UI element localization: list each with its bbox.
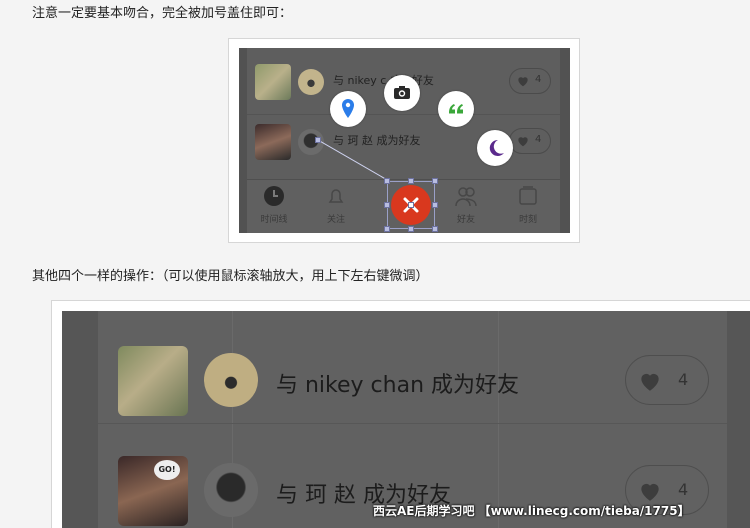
selection-handle[interactable] <box>384 226 390 232</box>
friends-icon <box>455 187 477 207</box>
avatar <box>255 124 291 160</box>
avatar <box>204 353 258 407</box>
like-count: 4 <box>678 480 689 499</box>
phone-preview-large: 与 nikey chan 成为好友 4 GO! 与 珂 赵 成为好友 4 <box>62 311 750 528</box>
like-count: 4 <box>535 134 542 145</box>
heart-icon <box>518 137 528 147</box>
feed-row-text: 与 nikey chan 成为好友 <box>276 373 520 398</box>
tab-friends[interactable]: 好友 <box>441 184 491 232</box>
tab-label: 时刻 <box>518 215 537 225</box>
selection-handle[interactable] <box>408 178 414 184</box>
screenshot-frame-large: 与 nikey chan 成为好友 4 GO! 与 珂 赵 成为好友 4 <box>51 300 750 528</box>
avatar <box>298 69 324 95</box>
like-button[interactable]: 4 <box>625 355 709 405</box>
camera-icon <box>394 86 410 99</box>
feed-row-text: 与 珂 赵 成为好友 <box>333 134 421 147</box>
selection-handle[interactable] <box>432 226 438 232</box>
tab-follow[interactable]: 关注 <box>311 184 361 232</box>
like-count: 4 <box>678 370 689 389</box>
like-button[interactable]: 4 <box>509 68 551 94</box>
location-pin-icon <box>342 99 354 118</box>
tab-label: 好友 <box>456 215 475 225</box>
heart-icon <box>641 373 659 391</box>
quote-bubble[interactable] <box>438 91 474 127</box>
row-divider <box>247 114 560 115</box>
selection-handle[interactable] <box>384 202 390 208</box>
instruction-text-1: 注意一定要基本吻合，完全被加号盖住即可： <box>32 6 293 21</box>
bell-icon <box>328 189 344 203</box>
moon-icon <box>489 139 504 156</box>
watermark: 西云AE后期学习吧 【www.linecg.com/tieba/1775】 <box>373 504 690 518</box>
selection-handle[interactable] <box>432 202 438 208</box>
camera-bubble[interactable] <box>384 75 420 111</box>
instruction-text-2: 其他四个一样的操作：（可以使用鼠标滚轴放大，用上下左右键微调） <box>32 269 429 284</box>
heart-icon <box>518 77 528 87</box>
feed-row: 与 nikey chan 成为好友 4 <box>98 313 727 421</box>
tab-moments[interactable]: 时刻 <box>503 184 553 232</box>
page: 注意一定要基本吻合，完全被加号盖住即可： 与 nikey c 成为好友 4 与 … <box>0 0 750 528</box>
frame-icon <box>519 186 537 205</box>
like-count: 4 <box>535 74 542 85</box>
location-bubble[interactable] <box>330 91 366 127</box>
quote-icon <box>449 104 463 114</box>
avatar: GO! <box>118 456 188 526</box>
heart-icon <box>641 483 659 501</box>
feed-row: 与 珂 赵 成为好友 4 <box>247 116 560 179</box>
badge: GO! <box>154 460 180 480</box>
screenshot-frame-small: 与 nikey c 成为好友 4 与 珂 赵 成为好友 4 时间线 关注 好友 … <box>228 38 580 243</box>
avatar <box>255 64 291 100</box>
anchor-point[interactable] <box>408 202 414 208</box>
moon-bubble[interactable] <box>477 130 513 166</box>
like-button[interactable]: 4 <box>509 128 551 154</box>
feed-panel: 与 nikey c 成为好友 4 与 珂 赵 成为好友 4 时间线 关注 好友 … <box>247 48 560 233</box>
feed-panel-large: 与 nikey chan 成为好友 4 GO! 与 珂 赵 成为好友 4 <box>98 311 727 528</box>
path-handle[interactable] <box>315 137 321 143</box>
selection-handle[interactable] <box>432 178 438 184</box>
avatar <box>204 463 258 517</box>
tab-label: 关注 <box>326 215 345 225</box>
clock-icon <box>264 186 284 206</box>
tab-timeline[interactable]: 时间线 <box>249 184 299 232</box>
avatar <box>118 346 188 416</box>
selection-handle[interactable] <box>408 226 414 232</box>
phone-preview-small: 与 nikey c 成为好友 4 与 珂 赵 成为好友 4 时间线 关注 好友 … <box>239 48 570 233</box>
tab-label: 时间线 <box>260 215 288 225</box>
selection-handle[interactable] <box>384 178 390 184</box>
